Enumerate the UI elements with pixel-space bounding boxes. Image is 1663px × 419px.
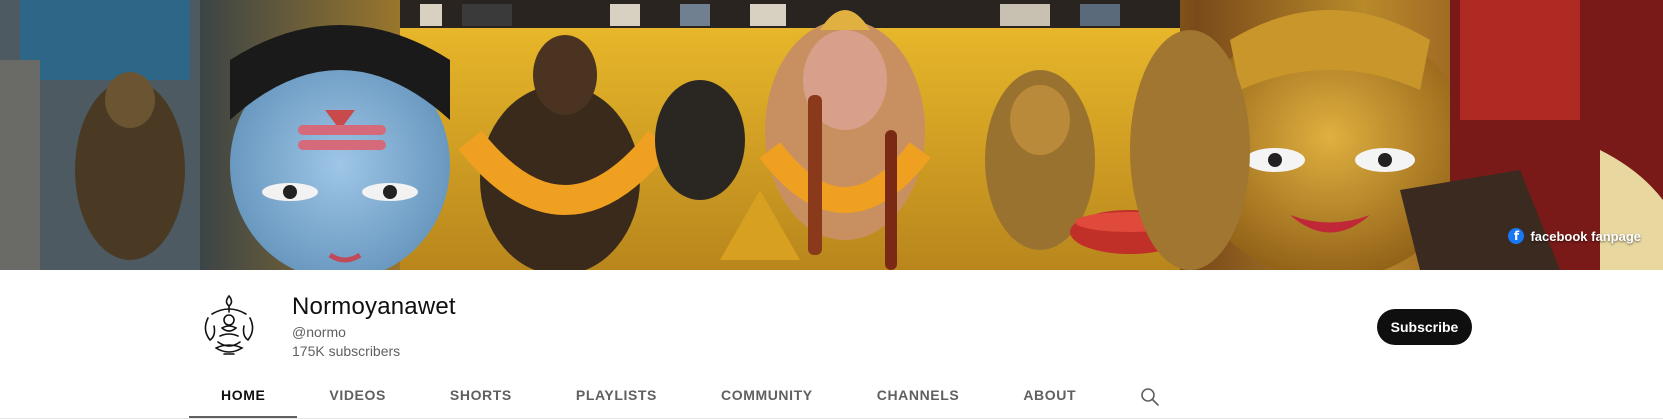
subscribe-button[interactable]: Subscribe — [1377, 309, 1472, 345]
facebook-icon: f — [1508, 228, 1525, 244]
tab-search-button[interactable] — [1108, 373, 1180, 419]
subscriber-count: 175K subscribers — [292, 343, 401, 359]
sacred-symbol-logo — [204, 294, 254, 355]
channel-avatar[interactable] — [194, 290, 264, 360]
channel-banner: f facebook fanpage — [0, 0, 1663, 270]
facebook-fanpage-link[interactable]: f facebook fanpage — [1508, 228, 1641, 244]
tab-home[interactable]: HOME — [189, 373, 298, 419]
channel-tabs: HOME VIDEOS SHORTS PLAYLISTS COMMUNITY C… — [189, 373, 1180, 419]
tab-community[interactable]: COMMUNITY — [689, 373, 845, 419]
facebook-link-label: facebook fanpage — [1530, 228, 1641, 244]
tab-playlists[interactable]: PLAYLISTS — [544, 373, 689, 419]
channel-name: Normoyanawet — [292, 293, 456, 320]
tab-videos[interactable]: VIDEOS — [297, 373, 418, 419]
search-icon — [1141, 388, 1159, 406]
tab-channels[interactable]: CHANNELS — [845, 373, 992, 419]
tab-about[interactable]: ABOUT — [991, 373, 1108, 419]
banner-artwork — [0, 0, 1663, 270]
channel-handle: @normo — [292, 324, 346, 340]
tab-shorts[interactable]: SHORTS — [418, 373, 544, 419]
